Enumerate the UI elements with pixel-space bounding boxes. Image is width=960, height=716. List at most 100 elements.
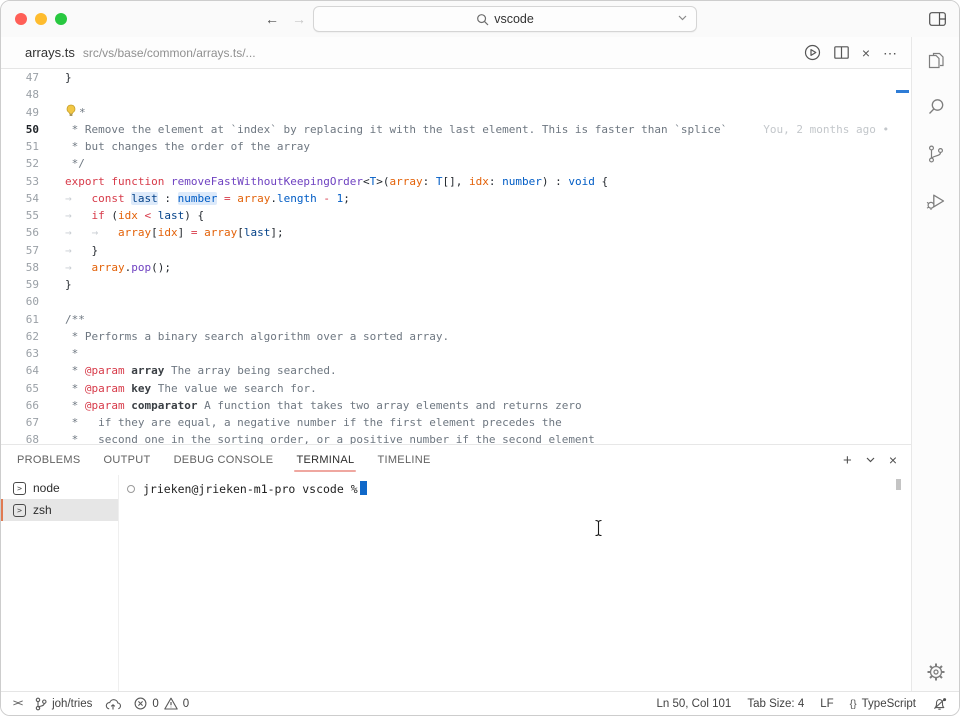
terminal-list-item-zsh[interactable]: >zsh [1,499,118,521]
source-control-icon[interactable] [925,143,947,165]
terminal-icon: > [13,482,26,495]
git-branch-item[interactable]: joh/tries [35,697,92,711]
terminal-dropdown-chevron-icon[interactable] [866,457,875,463]
zoom-window-button[interactable] [55,13,67,25]
close-panel-icon[interactable]: × [889,453,897,467]
code-text: → if (idx < last) { [65,207,204,224]
code-line-49[interactable]: 49 * [1,104,911,121]
panel-tab-debug-console[interactable]: DEBUG CONSOLE [174,445,274,475]
titlebar: ← → vscode [1,1,959,37]
new-terminal-icon[interactable]: + [843,453,852,468]
notifications-item[interactable] [932,697,947,711]
minimize-window-button[interactable] [35,13,47,25]
bottom-panel: PROBLEMS OUTPUT DEBUG CONSOLE TERMINAL TIMEL… [1,444,911,691]
code-text: * second one in the sorting order, or a … [65,431,595,444]
lightbulb-icon[interactable] [65,104,77,117]
code-line-67[interactable]: 67 * if they are equal, a negative numbe… [1,414,911,431]
eol-item[interactable]: LF [820,698,833,710]
chevron-down-icon[interactable] [678,15,687,21]
line-number: 68 [1,431,39,444]
search-icon [476,13,489,26]
cursor-position-item[interactable]: Ln 50, Col 101 [657,698,732,710]
panel-tab-problems[interactable]: PROBLEMS [17,445,81,475]
code-line-65[interactable]: 65 * @param key The value we search for. [1,380,911,397]
code-line-62[interactable]: 62 * Performs a binary search algorithm … [1,328,911,345]
code-line-68[interactable]: 68 * second one in the sorting order, or… [1,431,911,444]
line-number: 49 [1,104,39,121]
code-line-66[interactable]: 66 * @param comparator A function that t… [1,397,911,414]
code-text: * [65,345,78,362]
code-line-61[interactable]: 61/** [1,311,911,328]
code-line-60[interactable]: 60 [1,293,911,310]
line-number: 65 [1,380,39,397]
code-line-53[interactable]: 53 export function removeFastWithoutKeepi… [1,173,911,190]
code-text: * @param key The value we search for. [65,380,317,397]
close-window-button[interactable] [15,13,27,25]
close-editor-icon[interactable]: × [862,46,870,60]
language-mode-item[interactable]: {} TypeScript [850,698,916,710]
code-line-55[interactable]: 55→ if (idx < last) { [1,207,911,224]
terminal-list-item-node[interactable]: >node [1,477,118,499]
breadcrumb[interactable]: src/vs/base/common/arrays.ts/... [83,46,256,60]
error-icon [134,697,147,710]
panel-tab-timeline[interactable]: TIMELINE [377,445,430,475]
command-center[interactable]: vscode [313,6,697,32]
terminal-tabs-list: >node>zsh [1,475,119,691]
code-text: } [65,69,72,86]
forward-icon: → [292,11,306,27]
history-nav: ← → [265,11,306,27]
code-line-63[interactable]: 63 * [1,345,911,362]
code-text: → array.pop(); [65,259,171,276]
layout-icon[interactable] [929,12,946,26]
code-text: * [65,104,86,121]
code-text: export function removeFastWithoutKeeping… [65,173,608,190]
panel-tabs: PROBLEMS OUTPUT DEBUG CONSOLE TERMINAL TIMEL… [17,445,431,475]
split-editor-icon[interactable] [834,46,849,59]
code-line-52[interactable]: 52 */ [1,155,911,172]
panel-tab-output[interactable]: OUTPUT [104,445,151,475]
code-text: * Remove the element at `index` by repla… [65,121,896,138]
code-line-57[interactable]: 57→ } [1,242,911,259]
code-line-58[interactable]: 58 → array.pop(); [1,259,911,276]
terminal-scrollbar[interactable] [896,479,901,490]
panel-body: >node>zsh jrieken@jrieken-m1-pro vscode … [1,475,911,691]
code-line-59[interactable]: 59} [1,276,911,293]
more-actions-icon[interactable]: ⋯ [883,46,897,60]
line-number: 51 [1,138,39,155]
line-number: 52 [1,155,39,172]
run-icon[interactable] [804,44,821,61]
code-editor[interactable]: 47}4849*50 * Remove the element at `inde… [1,69,911,444]
code-text: * Performs a binary search algorithm ove… [65,328,449,345]
code-text: * if they are equal, a negative number i… [65,414,562,431]
search-view-icon[interactable] [925,96,947,118]
code-line-50[interactable]: 50 * Remove the element at `index` by re… [1,121,911,138]
code-line-48[interactable]: 48 [1,86,911,103]
back-icon[interactable]: ← [265,11,279,27]
publish-changes-item[interactable] [105,698,121,710]
notifications-bell-icon [932,697,947,711]
indentation-item[interactable]: Tab Size: 4 [747,698,804,710]
line-number: 58 [1,259,39,276]
explorer-icon[interactable] [925,49,947,71]
code-line-51[interactable]: 51 * but changes the order of the array [1,138,911,155]
run-debug-icon[interactable] [925,190,947,212]
line-number: 53 [1,173,39,190]
line-number: 56 [1,224,39,241]
command-decoration-icon[interactable] [127,485,135,493]
line-number: 57 [1,242,39,259]
remote-indicator[interactable]: >< [13,698,22,709]
terminal[interactable]: jrieken@jrieken-m1-pro vscode % [119,475,911,691]
editor-tabbar: arrays.ts src/vs/base/common/arrays.ts/.… [1,37,911,69]
activity-bar [911,37,959,691]
code-line-64[interactable]: 64 * @param array The array being search… [1,362,911,379]
problems-item[interactable]: 0 0 [134,697,189,710]
code-line-47[interactable]: 47} [1,69,911,86]
overview-ruler-cursor-mark [896,90,909,93]
active-file-name[interactable]: arrays.ts [25,45,75,60]
settings-gear-icon[interactable] [925,661,947,683]
terminal-prompt-row: jrieken@jrieken-m1-pro vscode % [127,481,911,496]
panel-tab-terminal[interactable]: TERMINAL [296,445,354,475]
code-line-56[interactable]: 56→ → array[idx] = array[last]; [1,224,911,241]
line-number: 66 [1,397,39,414]
code-line-54[interactable]: 54→ const last : number = array.length -… [1,190,911,207]
